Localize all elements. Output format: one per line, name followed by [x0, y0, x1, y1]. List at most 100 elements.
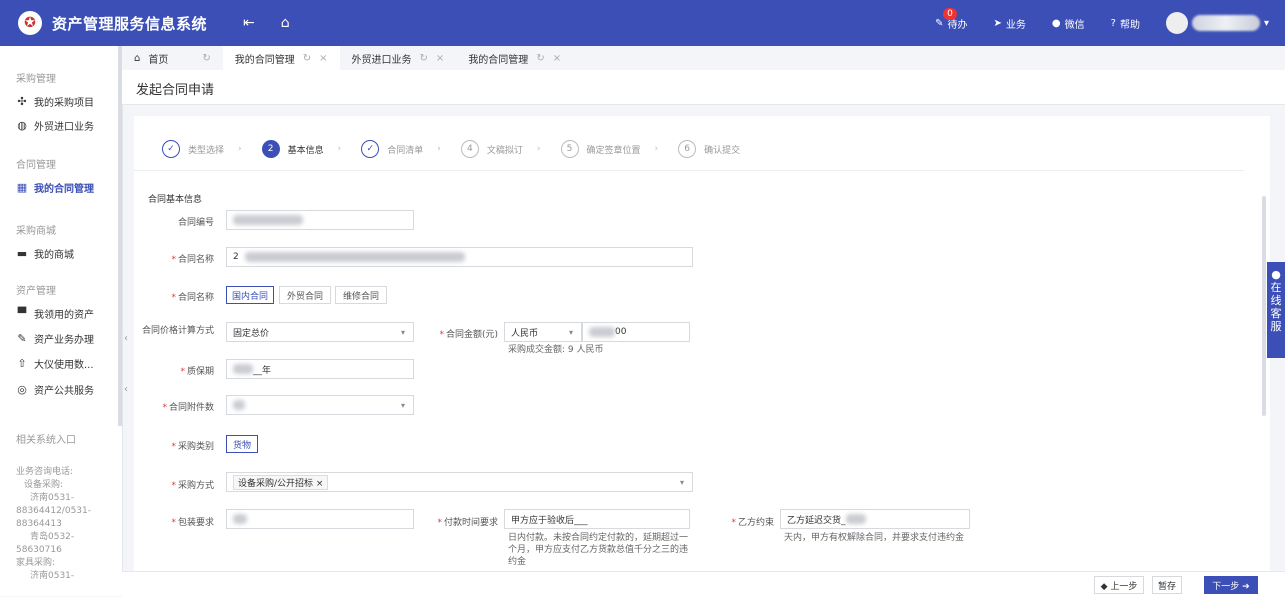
chevron-right-icon: ›	[437, 144, 441, 154]
purchase-method-select[interactable]: 设备采购/公开招标 × ▾	[226, 472, 693, 492]
packing-label-text: 包装要求	[177, 518, 214, 528]
step-label: 文稿拟订	[486, 145, 523, 156]
redacted-value	[244, 252, 465, 262]
wechat-button[interactable]: ● 微信	[1052, 16, 1085, 31]
chevron-down-icon: ▾	[400, 400, 405, 410]
sidebar-item-instrument[interactable]: ⇧ 大仪使用数...	[0, 356, 134, 371]
sidebar-item-import[interactable]: ◍ 外贸进口业务	[0, 118, 134, 133]
sidebar-item-label: 我的采购项目	[34, 98, 94, 109]
home-icon[interactable]: ⌂	[281, 15, 290, 31]
category-domestic[interactable]: 国内合同	[226, 286, 274, 304]
category-foreign[interactable]: 外贸合同	[279, 286, 331, 304]
category-label: * 合同名称	[171, 293, 214, 303]
todo-button[interactable]: ✎ 0 待办	[935, 7, 968, 31]
tab-my-contracts-2[interactable]: 我的合同管理 ↻ ×	[456, 46, 573, 70]
todo-badge: 0	[943, 7, 957, 20]
online-service-button[interactable]: ● 在线客服	[1267, 262, 1285, 358]
step-draft[interactable]: 4 文稿拟订 ›	[460, 140, 541, 158]
contract-no-input[interactable]	[226, 210, 414, 230]
close-icon[interactable]: ×	[319, 53, 327, 64]
step-label: 基本信息	[287, 145, 324, 156]
refresh-icon[interactable]: ↻	[536, 53, 544, 64]
sidebar: 采购管理 ✣ 我的采购项目 ◍ 外贸进口业务 合同管理 ▦ 我的合同管理 采购商城 ▬…	[0, 46, 128, 596]
amount-input[interactable]: 00	[582, 322, 690, 342]
business-button[interactable]: ➤ 业务	[994, 16, 1026, 31]
sidebar-group-assets: 资产管理	[16, 286, 56, 297]
compass-icon: ◎	[17, 383, 27, 396]
sidebar-item-label: 我的商城	[34, 250, 74, 261]
attachments-select[interactable]: ▾	[226, 395, 414, 415]
tab-my-contracts[interactable]: 我的合同管理 ↻ ×	[222, 46, 340, 70]
contact-line: 业务咨询电话:	[16, 467, 74, 477]
warranty-input[interactable]: __年	[226, 359, 414, 379]
step-label: 确认提交	[704, 145, 741, 156]
packing-label: * 包装要求	[171, 518, 214, 528]
purchase-type-goods[interactable]: 货物	[226, 435, 258, 453]
payment-hint: 日内付款。未按合同约定付款的，延期超过一个月，甲方应支付乙方货款总值千分之三的违…	[508, 533, 689, 567]
purchase-method-tag[interactable]: 设备采购/公开招标 ×	[233, 474, 329, 490]
sidebar-item-my-contracts[interactable]: ▦ 我的合同管理	[0, 180, 134, 195]
chevron-right-icon: ›	[536, 144, 541, 154]
step-basic-info[interactable]: 2 基本信息 ›	[261, 140, 342, 158]
section-title: 合同基本信息	[148, 195, 203, 205]
redacted-value	[233, 400, 245, 410]
sidebar-item-my-mall[interactable]: ▬ 我的商城	[0, 246, 134, 261]
chevron-left-icon: ‹	[124, 333, 128, 344]
packing-input[interactable]	[226, 509, 414, 529]
partyb-input[interactable]: 乙方延迟交货_	[780, 509, 970, 529]
step-signature[interactable]: 5 确定签章位置 ›	[560, 140, 658, 158]
step-number: 5	[560, 140, 579, 158]
sidebar-item-my-assets[interactable]: ▀ 我领用的资产	[0, 306, 134, 321]
help-button[interactable]: ? 帮助	[1111, 16, 1140, 31]
sidebar-item-label: 外贸进口业务	[34, 122, 94, 133]
content-scrollbar[interactable]	[1262, 196, 1266, 416]
sidebar-item-my-projects[interactable]: ✣ 我的采购项目	[0, 94, 134, 109]
redacted-value	[233, 215, 303, 225]
prev-step-button[interactable]: ◆ 上一步	[1094, 576, 1144, 594]
sidebar-item-asset-business[interactable]: ✎ 资产业务办理 ‹	[0, 331, 134, 346]
tab-label: 我的合同管理	[468, 54, 529, 66]
user-menu[interactable]: ▾	[1165, 12, 1269, 34]
price-method-select[interactable]: 固定总价 ▾	[226, 322, 414, 342]
business-label: 业务	[1005, 19, 1026, 31]
tab-label: 外贸进口业务	[351, 54, 412, 66]
sidebar-item-public-service[interactable]: ◎ 资产公共服务 ‹	[0, 382, 134, 397]
redacted-value	[233, 514, 247, 524]
tab-home[interactable]: ⌂ 首页 ↻	[122, 46, 223, 70]
tab-label: 首页	[148, 54, 169, 66]
currency-select[interactable]: 人民币 ▾	[504, 322, 582, 342]
wechat-label: 微信	[1064, 19, 1085, 31]
tab-import[interactable]: 外贸进口业务 ↻ ×	[340, 46, 457, 70]
top-bar: ✪ 资产管理服务信息系统 ⇤ ⌂ ✎ 0 待办 ➤ 业务 ● 微信 ? 帮助 ▾	[0, 0, 1285, 46]
close-icon[interactable]: ×	[553, 53, 561, 64]
amount-value: 00	[615, 327, 627, 337]
category-repair[interactable]: 维修合同	[335, 286, 387, 304]
page-header: 发起合同申请	[122, 70, 1285, 105]
payment-time-input[interactable]: 甲方应于验收后___	[504, 509, 690, 529]
collapse-sidebar-icon[interactable]: ⇤	[243, 15, 255, 31]
table-icon: ▦	[16, 181, 28, 194]
contract-name-label-text: 合同名称	[177, 255, 214, 265]
partyb-label: * 乙方约束	[731, 518, 774, 528]
payment-time-label: * 付款时间要求	[437, 518, 498, 528]
refresh-icon[interactable]: ↻	[303, 53, 311, 64]
price-method-value: 固定总价	[233, 328, 270, 339]
step-contract-list[interactable]: ✓ 合同清单 ›	[361, 140, 441, 158]
step-label: 确定签章位置	[586, 145, 641, 156]
tab-label: 我的合同管理	[234, 54, 295, 66]
step-confirm[interactable]: 6 确认提交	[678, 140, 740, 158]
save-draft-button[interactable]: 暂存	[1152, 576, 1182, 594]
partyb-value: 乙方延迟交货_	[787, 515, 846, 526]
contract-name-input[interactable]: 2	[226, 247, 693, 267]
attachments-label: * 合同附件数	[162, 403, 214, 413]
chevron-down-icon: ▾	[679, 477, 684, 487]
refresh-icon[interactable]: ↻	[420, 53, 428, 64]
step-number: 6	[678, 140, 697, 158]
tab-bar: ⌂ 首页 ↻ 我的合同管理 ↻ × 外贸进口业务 ↻ × 我的合同管理 ↻ ×	[122, 46, 1285, 71]
chevron-right-icon: ›	[337, 144, 342, 154]
close-icon[interactable]: ×	[436, 53, 444, 64]
project-icon: ✣	[17, 95, 27, 108]
next-step-button[interactable]: 下一步 ➔	[1204, 576, 1258, 594]
step-type-select[interactable]: ✓ 类型选择 ›	[162, 140, 242, 158]
refresh-icon[interactable]: ↻	[202, 53, 210, 64]
